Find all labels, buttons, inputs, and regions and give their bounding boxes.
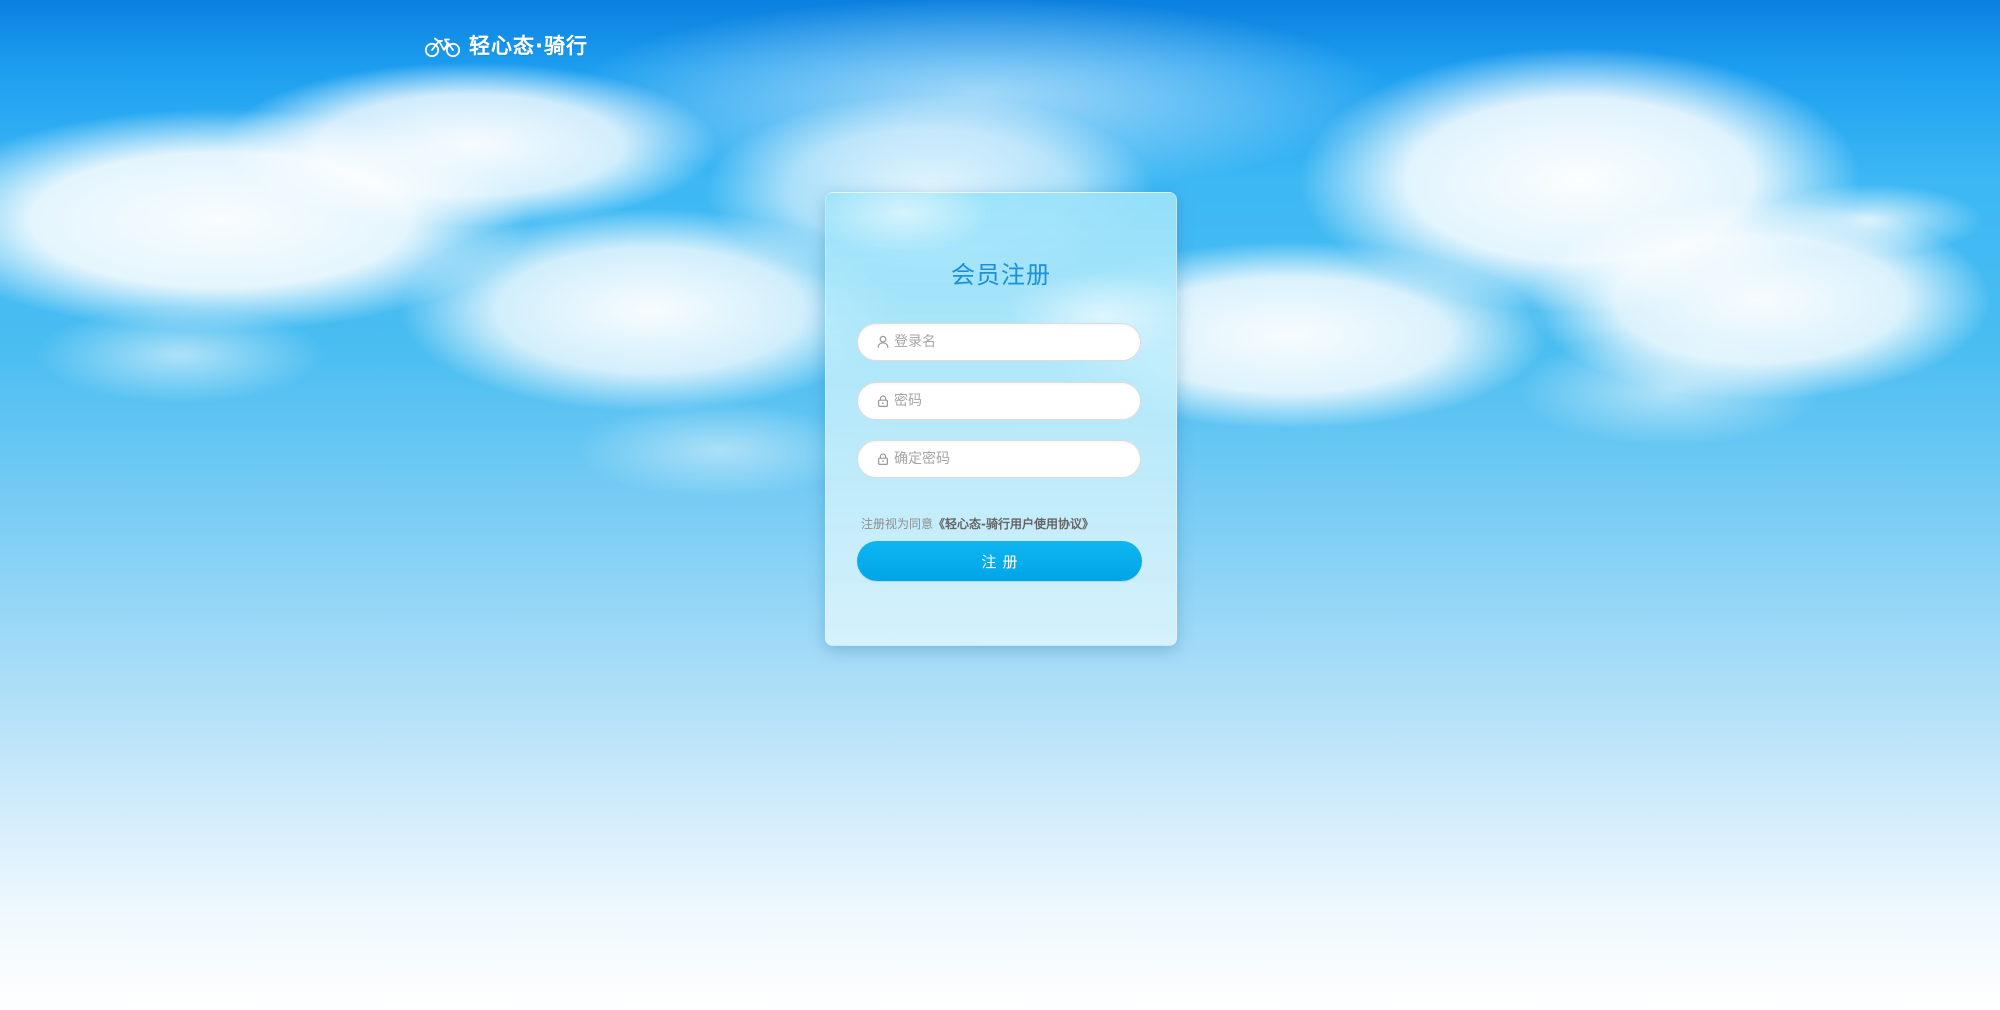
agreement-text: 注册视为同意《轻心态-骑行用户使用协议》: [861, 515, 1094, 532]
page-title: 会员注册: [951, 261, 1051, 289]
user-icon: [876, 335, 890, 349]
confirm-password-input[interactable]: [894, 451, 1124, 467]
agreement-prefix: 注册视为同意: [861, 517, 934, 531]
username-input[interactable]: [894, 334, 1124, 350]
lock-icon: [876, 394, 890, 408]
register-button[interactable]: 注册: [857, 541, 1142, 581]
lock-icon: [876, 452, 890, 466]
register-panel: 会员注册 注册视为同意《: [825, 192, 1177, 646]
agreement-link[interactable]: 《轻心态-骑行用户使用协议》: [933, 517, 1094, 531]
bicycle-icon: [424, 37, 461, 58]
password-field[interactable]: [857, 382, 1141, 420]
username-field[interactable]: [857, 323, 1141, 361]
password-input[interactable]: [894, 393, 1124, 409]
confirm-password-field[interactable]: [857, 440, 1141, 478]
brand-logo: 轻心态·骑行: [424, 34, 588, 58]
brand-name: 轻心态·骑行: [469, 33, 588, 58]
